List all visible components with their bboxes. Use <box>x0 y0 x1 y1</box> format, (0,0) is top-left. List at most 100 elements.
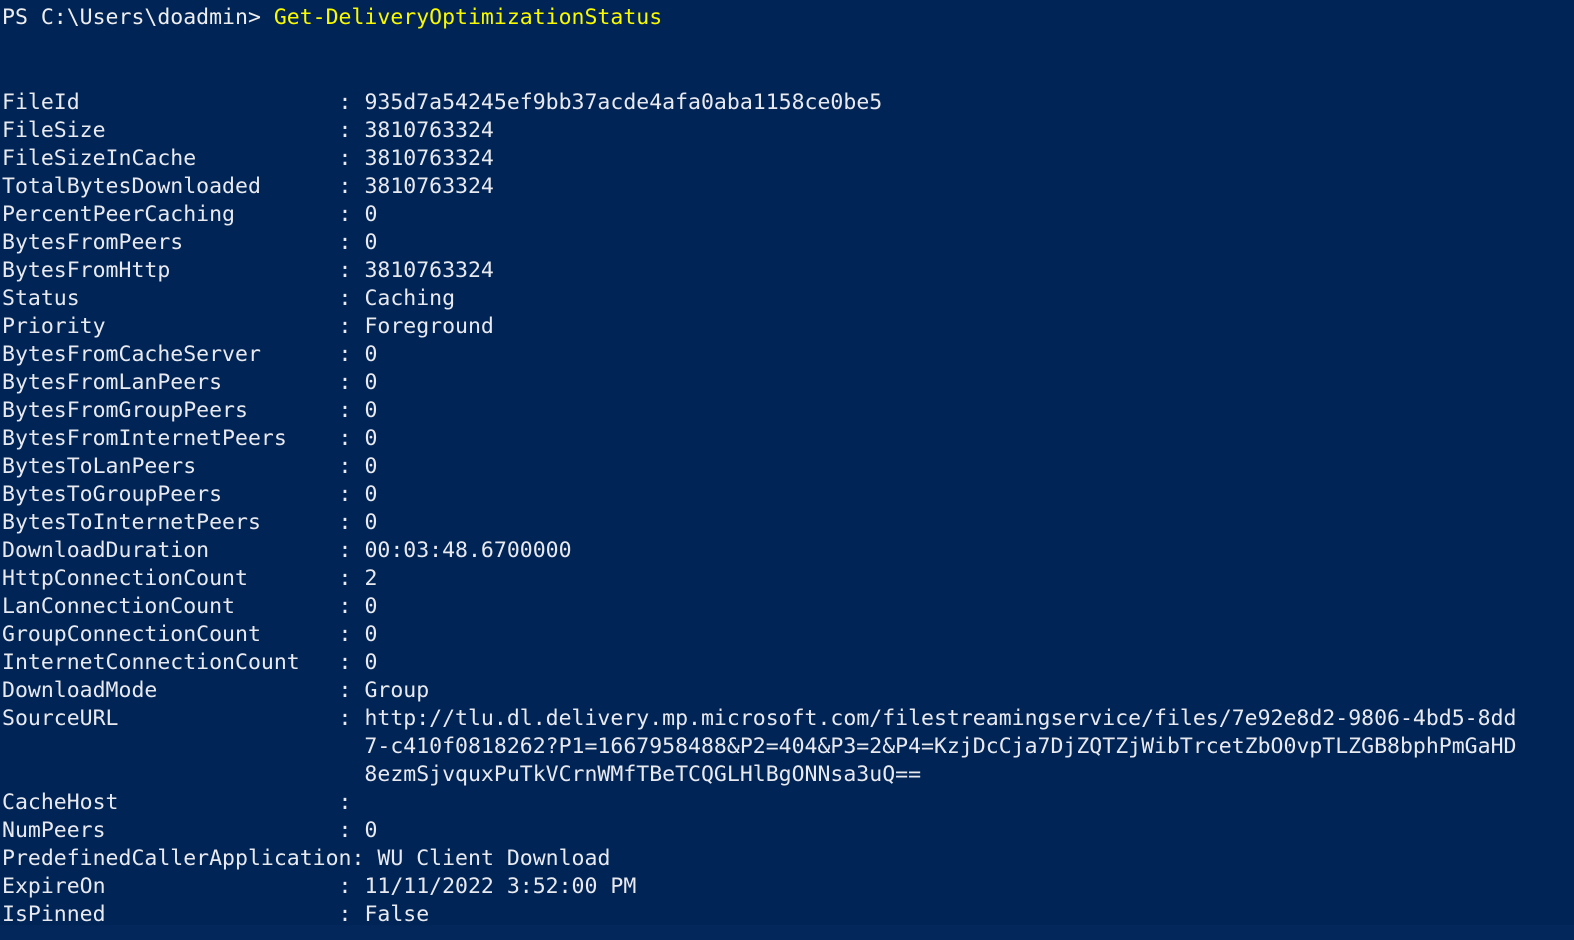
property-row: Priority : Foreground <box>2 313 1574 341</box>
property-separator: : <box>338 118 365 143</box>
property-row: BytesToLanPeers : 0 <box>2 453 1574 481</box>
property-row: FileSize : 3810763324 <box>2 117 1574 145</box>
property-name: Status <box>2 286 339 311</box>
property-separator: : <box>338 902 365 927</box>
property-value-continuation: 8ezmSjvquxPuTkVCrnWMfTBeTCQGLHlBgONNsa3u… <box>2 762 922 787</box>
property-row: GroupConnectionCount : 0 <box>2 621 1574 649</box>
property-name: BytesFromCacheServer <box>2 342 339 367</box>
property-row: BytesFromInternetPeers : 0 <box>2 425 1574 453</box>
property-name: Priority <box>2 314 339 339</box>
property-row: BytesFromLanPeers : 0 <box>2 369 1574 397</box>
property-value: 3810763324 <box>364 258 494 283</box>
property-row: BytesFromGroupPeers : 0 <box>2 397 1574 425</box>
property-value: 0 <box>364 594 378 619</box>
property-name: ExpireOn <box>2 874 339 899</box>
property-name: FileSize <box>2 118 339 143</box>
property-value: 0 <box>364 622 378 647</box>
property-value: 0 <box>364 398 378 423</box>
property-separator: : <box>338 622 365 647</box>
property-row: BytesFromPeers : 0 <box>2 229 1574 257</box>
property-row: NumPeers : 0 <box>2 817 1574 845</box>
property-row: SourceURL : http://tlu.dl.delivery.mp.mi… <box>2 705 1574 733</box>
property-row: PercentPeerCaching : 0 <box>2 201 1574 229</box>
property-name: BytesToInternetPeers <box>2 510 339 535</box>
property-value: 3810763324 <box>364 174 494 199</box>
property-row: InternetConnectionCount : 0 <box>2 649 1574 677</box>
prompt-path: PS C:\Users\doadmin> <box>2 5 274 30</box>
property-value: 935d7a54245ef9bb37acde4afa0aba1158ce0be5 <box>364 90 883 115</box>
property-name: PercentPeerCaching <box>2 202 339 227</box>
property-name: BytesFromHttp <box>2 258 339 283</box>
property-separator: : <box>338 678 365 703</box>
property-value: http://tlu.dl.delivery.mp.microsoft.com/… <box>364 706 1517 731</box>
property-value: 2 <box>364 566 378 591</box>
property-separator: : <box>338 706 365 731</box>
property-row: ExpireOn : 11/11/2022 3:52:00 PM <box>2 873 1574 901</box>
property-name: DownloadMode <box>2 678 339 703</box>
property-value: 0 <box>364 202 378 227</box>
property-value: 0 <box>364 454 378 479</box>
property-name: BytesFromLanPeers <box>2 370 339 395</box>
property-separator: : <box>351 846 378 871</box>
property-value: 0 <box>364 482 378 507</box>
property-separator: : <box>338 538 365 563</box>
property-separator: : <box>338 90 365 115</box>
property-name: FileId <box>2 90 339 115</box>
property-separator: : <box>338 454 365 479</box>
property-value: 3810763324 <box>364 118 494 143</box>
property-separator: : <box>338 818 365 843</box>
property-separator: : <box>338 510 365 535</box>
property-separator: : <box>338 174 365 199</box>
property-value: WU Client Download <box>377 846 611 871</box>
property-separator: : <box>338 790 365 815</box>
property-row: FileSizeInCache : 3810763324 <box>2 145 1574 173</box>
property-name: IsPinned <box>2 902 339 927</box>
property-name: LanConnectionCount <box>2 594 339 619</box>
property-value: 0 <box>364 818 378 843</box>
property-name: BytesFromGroupPeers <box>2 398 339 423</box>
property-row: BytesFromCacheServer : 0 <box>2 341 1574 369</box>
property-separator: : <box>338 370 365 395</box>
property-row: LanConnectionCount : 0 <box>2 593 1574 621</box>
property-name: BytesToGroupPeers <box>2 482 339 507</box>
property-value: Group <box>364 678 430 703</box>
property-value: 0 <box>364 342 378 367</box>
property-value: 0 <box>364 230 378 255</box>
property-row: FileId : 935d7a54245ef9bb37acde4afa0aba1… <box>2 89 1574 117</box>
property-row: Status : Caching <box>2 285 1574 313</box>
command-text: Get-DeliveryOptimizationStatus <box>273 5 663 30</box>
property-value: 0 <box>364 650 378 675</box>
property-name: SourceURL <box>2 706 339 731</box>
property-value: 0 <box>364 510 378 535</box>
property-name: NumPeers <box>2 818 339 843</box>
property-separator: : <box>338 286 365 311</box>
property-row: BytesFromHttp : 3810763324 <box>2 257 1574 285</box>
property-value-continuation: 7-c410f0818262?P1=1667958488&P2=404&P3=2… <box>2 734 1517 759</box>
console-output-surface[interactable]: PS C:\Users\doadmin> Get-DeliveryOptimiz… <box>0 0 1574 927</box>
property-row: HttpConnectionCount : 2 <box>2 565 1574 593</box>
property-name: BytesFromPeers <box>2 230 339 255</box>
property-value: 0 <box>364 426 378 451</box>
property-separator: : <box>338 342 365 367</box>
property-separator: : <box>338 594 365 619</box>
property-name: HttpConnectionCount <box>2 566 339 591</box>
property-separator: : <box>338 874 365 899</box>
console-bottom-strip <box>0 925 1574 940</box>
property-name: DownloadDuration <box>2 538 339 563</box>
property-list: FileId : 935d7a54245ef9bb37acde4afa0aba1… <box>2 89 1574 929</box>
property-name: BytesToLanPeers <box>2 454 339 479</box>
property-value: 3810763324 <box>364 146 494 171</box>
property-separator: : <box>338 426 365 451</box>
property-value: 00:03:48.6700000 <box>364 538 572 563</box>
property-name: BytesFromInternetPeers <box>2 426 339 451</box>
property-value: 11/11/2022 3:52:00 PM <box>364 874 637 899</box>
property-name: TotalBytesDownloaded <box>2 174 339 199</box>
property-row: DownloadMode : Group <box>2 677 1574 705</box>
property-name: InternetConnectionCount <box>2 650 339 675</box>
property-separator: : <box>338 258 365 283</box>
powershell-terminal-window[interactable]: PS C:\Users\doadmin> Get-DeliveryOptimiz… <box>0 0 1574 940</box>
property-row: CacheHost : <box>2 789 1574 817</box>
property-separator: : <box>338 398 365 423</box>
property-separator: : <box>338 314 365 339</box>
